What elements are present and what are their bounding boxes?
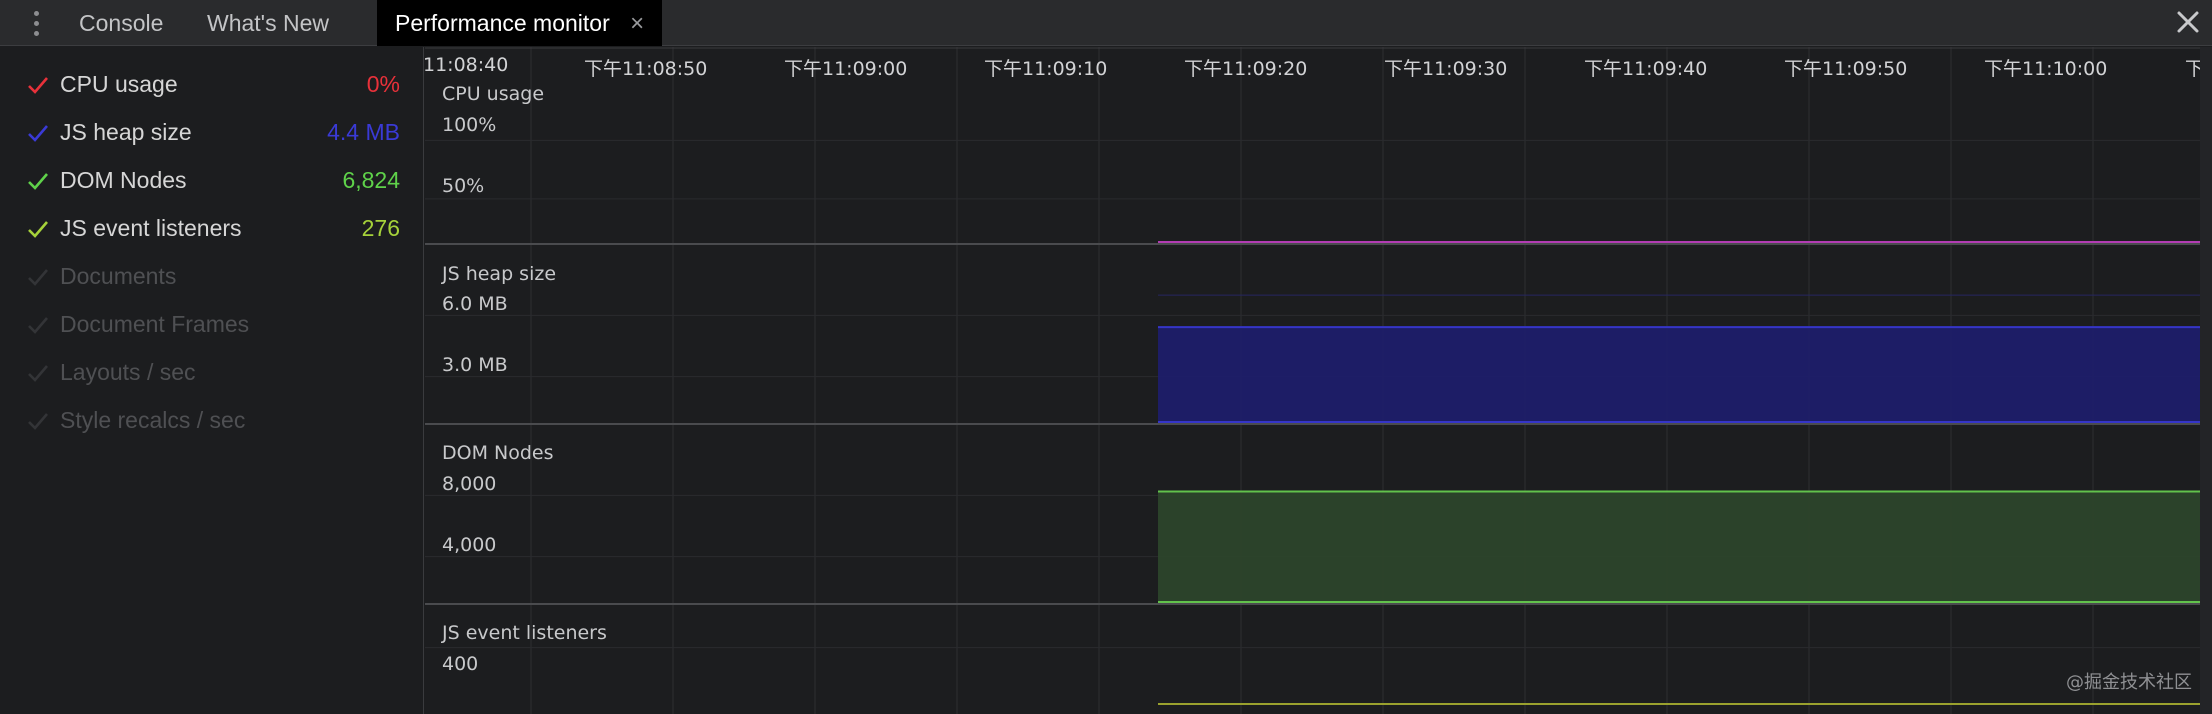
checkmark-icon[interactable] <box>26 217 50 241</box>
time-label: 下午11:09:20 <box>1184 58 1308 80</box>
metric-js-heap-size[interactable]: JS heap size 4.4 MB <box>0 109 424 157</box>
tab-console[interactable]: Console <box>79 0 163 46</box>
tab-close-icon[interactable]: × <box>630 1 644 47</box>
metric-label: Layouts / sec <box>60 359 196 385</box>
metric-layouts-per-sec[interactable]: Layouts / sec <box>0 349 424 397</box>
metric-label: Style recalcs / sec <box>60 407 246 433</box>
graph-canvas <box>425 47 2200 714</box>
devtools-drawer-tabbar: Console What's New Performance monitor × <box>0 0 2212 46</box>
time-label: 下午11:09:00 <box>784 58 908 80</box>
tick-label: 100% <box>442 114 497 136</box>
metric-label: JS heap size <box>60 119 192 145</box>
metric-style-recalcs-per-sec[interactable]: Style recalcs / sec <box>0 397 424 445</box>
metric-label: Documents <box>60 263 177 289</box>
graph-title-js-event-listeners: JS event listeners <box>442 622 607 644</box>
checkmark-icon[interactable] <box>26 121 50 145</box>
time-label: 下午11:09:10 <box>984 58 1108 80</box>
graph-title-js-heap: JS heap size <box>442 263 557 285</box>
tick-label: 3.0 MB <box>442 354 508 376</box>
tick-label: 6.0 MB <box>442 293 508 315</box>
close-icon[interactable] <box>2170 4 2206 40</box>
time-label: 下午11:08:50 <box>584 58 708 80</box>
time-label: 下午11:10:00 <box>1984 58 2108 80</box>
tab-performance-monitor[interactable]: Performance monitor × <box>377 0 663 47</box>
time-label: 11:08:40 <box>423 54 509 76</box>
graph-title-cpu: CPU usage <box>442 83 545 105</box>
metric-value: 276 <box>361 215 400 241</box>
checkmark-icon[interactable] <box>26 169 50 193</box>
metric-cpu-usage[interactable]: CPU usage 0% <box>0 61 424 109</box>
metric-value: 4.4 MB <box>327 119 400 145</box>
metric-value: 6,824 <box>342 167 400 193</box>
metric-label: JS event listeners <box>60 215 242 241</box>
tab-whats-new[interactable]: What's New <box>207 0 329 46</box>
tab-label: What's New <box>207 10 329 36</box>
tick-label: 8,000 <box>442 473 497 495</box>
time-label: 下午11:09:50 <box>1784 58 1908 80</box>
scrollbar[interactable] <box>2200 47 2212 714</box>
graph-title-dom-nodes: DOM Nodes <box>442 442 554 464</box>
checkmark-icon[interactable] <box>26 313 50 337</box>
checkmark-icon[interactable] <box>26 265 50 289</box>
series-area <box>1158 327 2200 422</box>
time-label: 下午11:09:30 <box>1384 58 1508 80</box>
tick-label: 50% <box>442 175 485 197</box>
tick-label: 400 <box>442 653 479 675</box>
time-label: 下午11:09:40 <box>1584 58 1708 80</box>
tab-label: Console <box>79 10 164 36</box>
performance-graphs: 11:08:40 下午11:08:50 下午11:09:00 下午11:09:1… <box>423 47 2212 714</box>
tab-label: Performance monitor <box>395 10 610 36</box>
metric-label: Document Frames <box>60 311 250 337</box>
checkmark-icon[interactable] <box>26 73 50 97</box>
metric-value: 0% <box>366 71 400 97</box>
more-options-icon[interactable] <box>28 8 44 38</box>
metric-dom-nodes[interactable]: DOM Nodes 6,824 <box>0 157 424 205</box>
metric-label: CPU usage <box>60 71 178 97</box>
checkmark-icon[interactable] <box>26 409 50 433</box>
series-area <box>1158 491 2200 602</box>
metric-documents[interactable]: Documents <box>0 253 424 301</box>
metric-document-frames[interactable]: Document Frames <box>0 301 424 349</box>
tick-label: 4,000 <box>442 534 497 556</box>
watermark: @掘金技术社区 <box>2066 672 2192 693</box>
metric-js-event-listeners[interactable]: JS event listeners 276 <box>0 205 424 253</box>
metrics-sidebar: CPU usage 0% JS heap size 4.4 MB DOM Nod… <box>0 47 424 714</box>
checkmark-icon[interactable] <box>26 361 50 385</box>
metric-label: DOM Nodes <box>60 167 187 193</box>
